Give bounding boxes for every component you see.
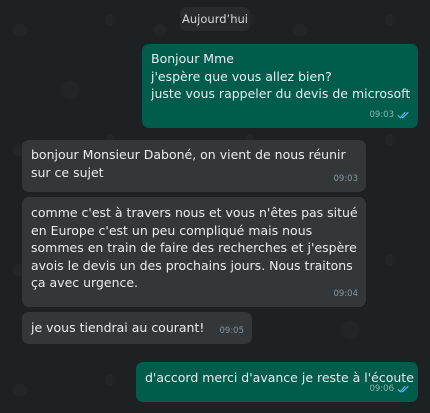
message-text-line: sur ce sujet — [31, 164, 104, 180]
message-meta: 09:05 — [220, 323, 245, 341]
message-text-line: ça avec urgence. — [31, 275, 139, 290]
message-time: 09:04 — [333, 288, 359, 299]
message-time: 09:03 — [369, 109, 395, 120]
message-meta: 09:06 — [370, 381, 411, 399]
incoming-message[interactable]: comme c'est à travers nous et vous n'ête… — [22, 197, 366, 307]
message-meta: 09:04 — [334, 286, 359, 304]
message-time: 09:03 — [333, 173, 359, 184]
message-text-line: sommes en train de faire des recherches … — [31, 240, 357, 255]
outgoing-message[interactable]: Bonjour Mme j'espère que vous allez bien… — [142, 44, 418, 128]
message-text-line: bonjour Monsieur Daboné, on vient de nou… — [31, 147, 346, 162]
date-separator: Aujourd’hui — [180, 7, 250, 31]
double-check-read-icon — [397, 112, 409, 119]
incoming-message[interactable]: je vous tiendrai au courant! 09:05 — [22, 312, 252, 344]
message-meta: 09:03 — [334, 171, 359, 189]
message-text-line: comme c'est à travers nous et vous n'ête… — [31, 205, 358, 220]
message-text-line: avois le devis un des prochains jours. N… — [31, 257, 353, 273]
message-text-line: juste vous rappeler du devis de microsof… — [151, 86, 411, 101]
outgoing-message[interactable]: d'accord merci d'avance je reste à l'éco… — [136, 362, 418, 402]
message-text-line: je vous tiendrai au courant! — [31, 320, 205, 335]
double-check-read-icon — [397, 386, 409, 393]
message-time: 09:05 — [219, 325, 245, 336]
message-text-line: j'espère que vous allez bien? — [151, 68, 332, 84]
chat-area[interactable]: Aujourd’hui Bonjour Mme j'espère que vou… — [0, 0, 430, 413]
message-meta: 09:03 — [370, 107, 411, 125]
message-text-line: Bonjour Mme — [151, 51, 234, 66]
incoming-message[interactable]: bonjour Monsieur Daboné, on vient de nou… — [22, 140, 366, 192]
message-time: 09:06 — [369, 383, 395, 394]
message-text-line: en Europe c'est un peu compliqué mais no… — [31, 222, 313, 238]
